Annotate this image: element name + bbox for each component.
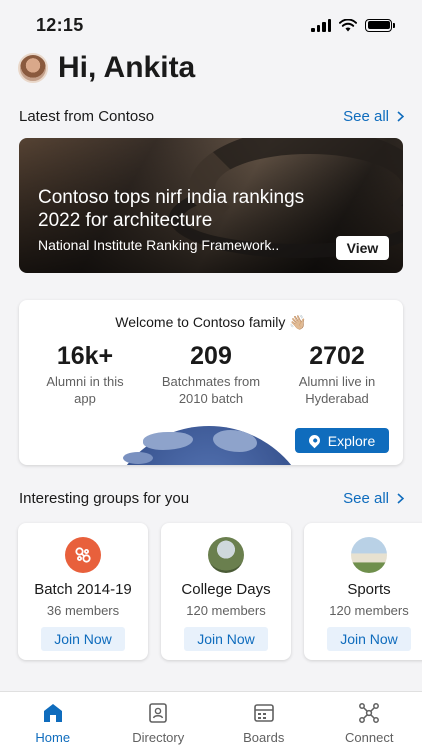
chevron-right-icon (397, 493, 404, 504)
batch-icon (65, 537, 101, 573)
tab-label: Boards (243, 730, 285, 745)
tab-connect[interactable]: Connect (317, 692, 422, 750)
group-name: Sports (347, 581, 391, 598)
tab-label: Home (35, 730, 71, 745)
join-now-button[interactable]: Join Now (41, 627, 125, 651)
boards-icon (253, 704, 274, 722)
welcome-title: Welcome to Contoso family 👋🏼 (115, 314, 307, 330)
stat-label: Alumni in this app (46, 374, 124, 406)
connect-icon (359, 703, 380, 723)
group-members: 36 members (46, 603, 120, 618)
see-all-label: See all (343, 108, 389, 125)
avatar[interactable] (18, 53, 48, 83)
group-card-sports[interactable]: Sports 120 members Join Now (304, 523, 422, 660)
stat-hyderabad: 2702 Alumni live in Hyderabad (273, 342, 401, 407)
news-card[interactable]: Contoso tops nirf india rankings 2022 fo… (19, 138, 403, 273)
directory-icon (149, 703, 168, 723)
greeting-header: Hi, Ankita (18, 50, 195, 86)
latest-section-title: Latest from Contoso (19, 108, 155, 125)
sports-photo-icon (351, 537, 387, 573)
chevron-right-icon (397, 111, 404, 122)
see-all-label: See all (343, 490, 389, 507)
group-members: 120 members (186, 603, 266, 618)
battery-icon (365, 18, 395, 32)
globe-illustration (103, 426, 315, 465)
news-headline: Contoso tops nirf india rankings 2022 fo… (38, 187, 305, 231)
tab-directory[interactable]: Directory (106, 692, 212, 750)
tab-label: Directory (132, 730, 185, 745)
stat-label: Batchmates from 2010 batch (161, 374, 261, 406)
status-time: 12:15 (36, 14, 84, 35)
group-name: College Days (181, 581, 271, 598)
stat-value: 16k+ (56, 342, 114, 370)
groups-section-title: Interesting groups for you (19, 490, 190, 507)
latest-see-all-link[interactable]: See all (343, 108, 404, 125)
explore-button[interactable]: Explore (295, 428, 389, 453)
group-name: Batch 2014-19 (34, 581, 132, 598)
college-photo-icon (208, 537, 244, 573)
group-card-batch[interactable]: Batch 2014-19 36 members Join Now (18, 523, 148, 660)
join-now-button[interactable]: Join Now (327, 627, 411, 651)
explore-label: Explore (327, 432, 376, 449)
tab-label: Connect (345, 730, 394, 745)
status-icons (311, 18, 395, 32)
stat-alumni: 16k+ Alumni in this app (21, 342, 149, 407)
groups-section-header: Interesting groups for you See all (19, 490, 404, 507)
wifi-icon (339, 18, 357, 31)
group-card-college-days[interactable]: College Days 120 members Join Now (161, 523, 291, 660)
stat-label: Alumni live in Hyderabad (298, 374, 376, 406)
latest-section-header: Latest from Contoso See all (19, 108, 404, 125)
signal-icon (311, 18, 331, 32)
bottom-tab-bar: Home Directory Boards Connect (0, 691, 422, 750)
tab-home[interactable]: Home (0, 692, 106, 750)
group-members: 120 members (329, 603, 409, 618)
greeting-title: Hi, Ankita (58, 51, 196, 84)
news-source: National Institute Ranking Framework.. (38, 237, 280, 253)
status-bar: 12:15 (0, 0, 422, 50)
location-pin-icon (306, 432, 323, 449)
welcome-card: Welcome to Contoso family 👋🏼 16k+ Alumni… (19, 300, 403, 465)
stat-value: 2702 (309, 342, 365, 370)
view-button[interactable]: View (336, 236, 389, 260)
stat-batchmates: 209 Batchmates from 2010 batch (147, 342, 275, 407)
tab-boards[interactable]: Boards (211, 692, 317, 750)
groups-see-all-link[interactable]: See all (343, 490, 404, 507)
join-now-button[interactable]: Join Now (184, 627, 268, 651)
home-icon (43, 704, 62, 722)
stat-value: 209 (190, 342, 232, 370)
